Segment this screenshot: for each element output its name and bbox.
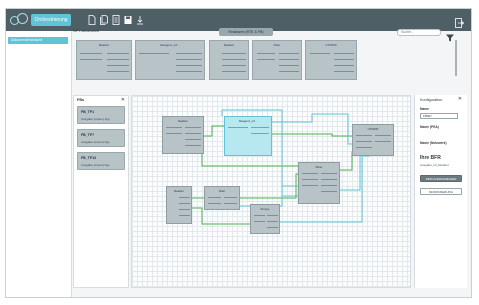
process-canvas[interactable]: Reaktor Reagenz_inf... UTOMIX Mixer Reak… [131, 95, 411, 288]
close-icon[interactable]: ✕ [458, 96, 462, 102]
logout-icon[interactable] [455, 15, 465, 28]
library-title: NFT-Bibliothek [73, 28, 100, 33]
canvas-node-mixer[interactable]: Mixer [298, 162, 340, 204]
canvas-node-reaktor[interactable]: Reaktor [162, 116, 204, 154]
config-title: Konfiguration [420, 98, 443, 102]
library-scrollbar[interactable] [455, 40, 457, 76]
library-card[interactable]: Reagenz_inf... [135, 40, 205, 80]
canvas-node-reagenz-selected[interactable]: Reagenz_inf... [224, 116, 272, 156]
fb-list-item[interactable]: FB_TP7 Ausgabe (Lösen) 3go [77, 129, 125, 147]
fbs-title: FBs [77, 98, 85, 102]
left-sidebar: Dokumentenansicht [6, 31, 72, 297]
library-category-tab[interactable]: Reaktoren (RTE & FB) [219, 28, 273, 36]
fb-list-item[interactable]: FB_TP1 Ausgabe (Lösen) 3go [77, 106, 125, 124]
copy-file-icon[interactable] [100, 15, 108, 25]
secondary-button[interactable]: MODIFIZIERUNG [420, 188, 462, 195]
app-logo-icon [10, 12, 28, 28]
fbs-panel: FBs ✕ FB_TP1 Ausgabe (Lösen) 3go FB_TP7 … [73, 95, 129, 288]
canvas-node-reaktor-2[interactable]: Reaktor [166, 186, 192, 224]
filter-icon[interactable] [446, 29, 454, 42]
close-icon[interactable]: ✕ [121, 97, 125, 103]
library-card[interactable]: UTOMIX [305, 40, 357, 80]
configuration-panel: Konfiguration ✕ Name FB007 Name (PEA) Na… [414, 95, 467, 288]
type-value: Ausgabe_inf_Reaktor [420, 163, 449, 167]
search-input[interactable]: Suche... [397, 29, 441, 36]
type-heading: Ihre BFR [420, 155, 441, 161]
name-field[interactable]: FB007 [420, 113, 458, 119]
library-card[interactable]: Reaktor [209, 40, 249, 80]
name-label: Name [420, 107, 429, 111]
deploy-icon[interactable] [136, 15, 144, 25]
library-card[interactable]: Reaktor [76, 40, 132, 80]
app-badge[interactable]: Orchestrierung [31, 14, 71, 26]
library-card[interactable]: Filter [252, 40, 302, 80]
save-icon[interactable] [124, 15, 132, 25]
sidebar-item-dokumentenansicht[interactable]: Dokumentenansicht [8, 37, 68, 44]
canvas-node-pumpe[interactable]: Pumpe [250, 204, 280, 234]
new-file-icon[interactable] [88, 15, 96, 25]
name-pea-label: Name (PEA) [420, 125, 439, 129]
primary-button[interactable]: ZIRKUVERANZEIGEN [420, 175, 462, 182]
fb-list-item[interactable]: FB_TP13 Ausgabe (Lösen) 3go [77, 152, 125, 170]
name-netzwerk-label: Name (Netzwerk) [420, 141, 447, 145]
document-icon[interactable] [112, 15, 120, 25]
canvas-node-utomix[interactable]: UTOMIX [352, 124, 394, 156]
canvas-node-filter[interactable]: Filter [204, 186, 240, 210]
